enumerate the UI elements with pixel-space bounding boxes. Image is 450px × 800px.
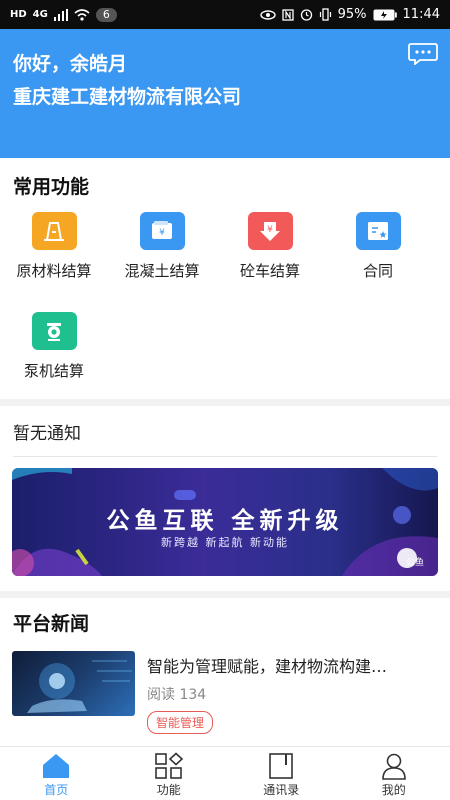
svg-text:¥: ¥ bbox=[267, 225, 273, 235]
function-label: 合同 bbox=[362, 262, 393, 280]
section-title: 常用功能 bbox=[13, 176, 90, 198]
tab-label: 首页 bbox=[44, 783, 69, 797]
alarm-icon bbox=[300, 9, 312, 21]
function-pump-settlement[interactable]: 泵机结算 bbox=[4, 312, 104, 381]
tab-home[interactable]: 首页 bbox=[0, 747, 113, 800]
signal-icon bbox=[53, 8, 68, 21]
tab-label: 通讯录 bbox=[263, 783, 300, 797]
function-label: 混凝土结算 bbox=[124, 262, 200, 280]
home-icon bbox=[43, 754, 70, 778]
news-thumbnail bbox=[12, 651, 135, 716]
contacts-book-icon bbox=[269, 753, 294, 779]
message-icon[interactable] bbox=[408, 43, 438, 65]
function-label: 泵机结算 bbox=[23, 362, 84, 380]
clock: 11:44 bbox=[402, 7, 440, 22]
function-concrete-settlement[interactable]: ¥ 混凝土结算 bbox=[112, 212, 212, 281]
banner-subtitle: 新跨越 新起航 新动能 bbox=[161, 536, 289, 549]
concrete-wallet-icon: ¥ bbox=[139, 212, 185, 250]
greeting: 你好，余皓月 bbox=[13, 53, 128, 75]
eye-icon bbox=[259, 9, 276, 20]
tab-label: 功能 bbox=[156, 783, 181, 797]
battery-icon bbox=[373, 9, 397, 20]
raw-material-icon bbox=[31, 212, 77, 250]
divider bbox=[13, 456, 437, 457]
news-tag: 智能管理 bbox=[147, 711, 214, 734]
user-icon bbox=[381, 753, 406, 780]
header: 你好，余皓月 重庆建工建材物流有限公司 bbox=[0, 29, 450, 158]
news-title: 智能为管理赋能，建材物流构建… bbox=[147, 657, 388, 676]
apps-icon bbox=[154, 752, 183, 779]
common-functions-section: 常用功能 原材料结算 ¥ 混凝土结算 ¥ 砼车结算 合同 泵机结算 bbox=[0, 158, 450, 399]
tab-contacts[interactable]: 通讯录 bbox=[225, 747, 338, 800]
notification-count: 6 bbox=[95, 7, 117, 22]
function-concrete-truck-settlement[interactable]: ¥ 砼车结算 bbox=[220, 212, 320, 281]
concrete-truck-yen-icon: ¥ bbox=[247, 212, 293, 250]
banner-brand: 公鱼 bbox=[405, 558, 424, 568]
bottom-tab-bar: 首页 功能 通讯录 我的 bbox=[0, 746, 450, 800]
svg-text:¥: ¥ bbox=[159, 228, 165, 238]
promo-banner[interactable]: 公鱼互联 全新升级 新跨越 新起航 新动能 公鱼 bbox=[12, 468, 438, 576]
nfc-icon bbox=[281, 8, 294, 21]
contract-icon bbox=[355, 212, 401, 250]
function-raw-material-settlement[interactable]: 原材料结算 bbox=[4, 212, 104, 281]
tab-me[interactable]: 我的 bbox=[338, 747, 450, 800]
pump-icon bbox=[31, 312, 77, 350]
vibrate-icon bbox=[319, 8, 331, 21]
wifi-icon bbox=[74, 8, 90, 21]
tab-functions[interactable]: 功能 bbox=[113, 747, 226, 800]
status-bar: HD 4G 6 95% 11:44 bbox=[0, 0, 450, 29]
network-badge: 4G bbox=[32, 9, 48, 20]
function-label: 原材料结算 bbox=[16, 262, 92, 280]
section-title: 平台新闻 bbox=[13, 613, 90, 635]
battery-text: 95% bbox=[337, 7, 367, 22]
platform-news-section: 平台新闻 智能为管理赋能，建材物流构建… 阅读 134 智能管理 bbox=[0, 598, 450, 748]
notice-section: 暂无通知 公鱼互联 全新升级 新跨越 新起航 新动能 公鱼 bbox=[0, 406, 450, 591]
banner-title: 公鱼互联 全新升级 bbox=[106, 508, 344, 534]
function-label: 砼车结算 bbox=[239, 262, 300, 280]
company-name: 重庆建工建材物流有限公司 bbox=[13, 86, 242, 108]
tab-label: 我的 bbox=[381, 783, 406, 797]
news-read-count: 阅读 134 bbox=[147, 687, 207, 703]
function-contract[interactable]: 合同 bbox=[328, 212, 428, 281]
notice-text: 暂无通知 bbox=[13, 424, 81, 444]
ai-hand-illustration bbox=[27, 660, 132, 713]
hd-badge: HD bbox=[10, 9, 27, 20]
